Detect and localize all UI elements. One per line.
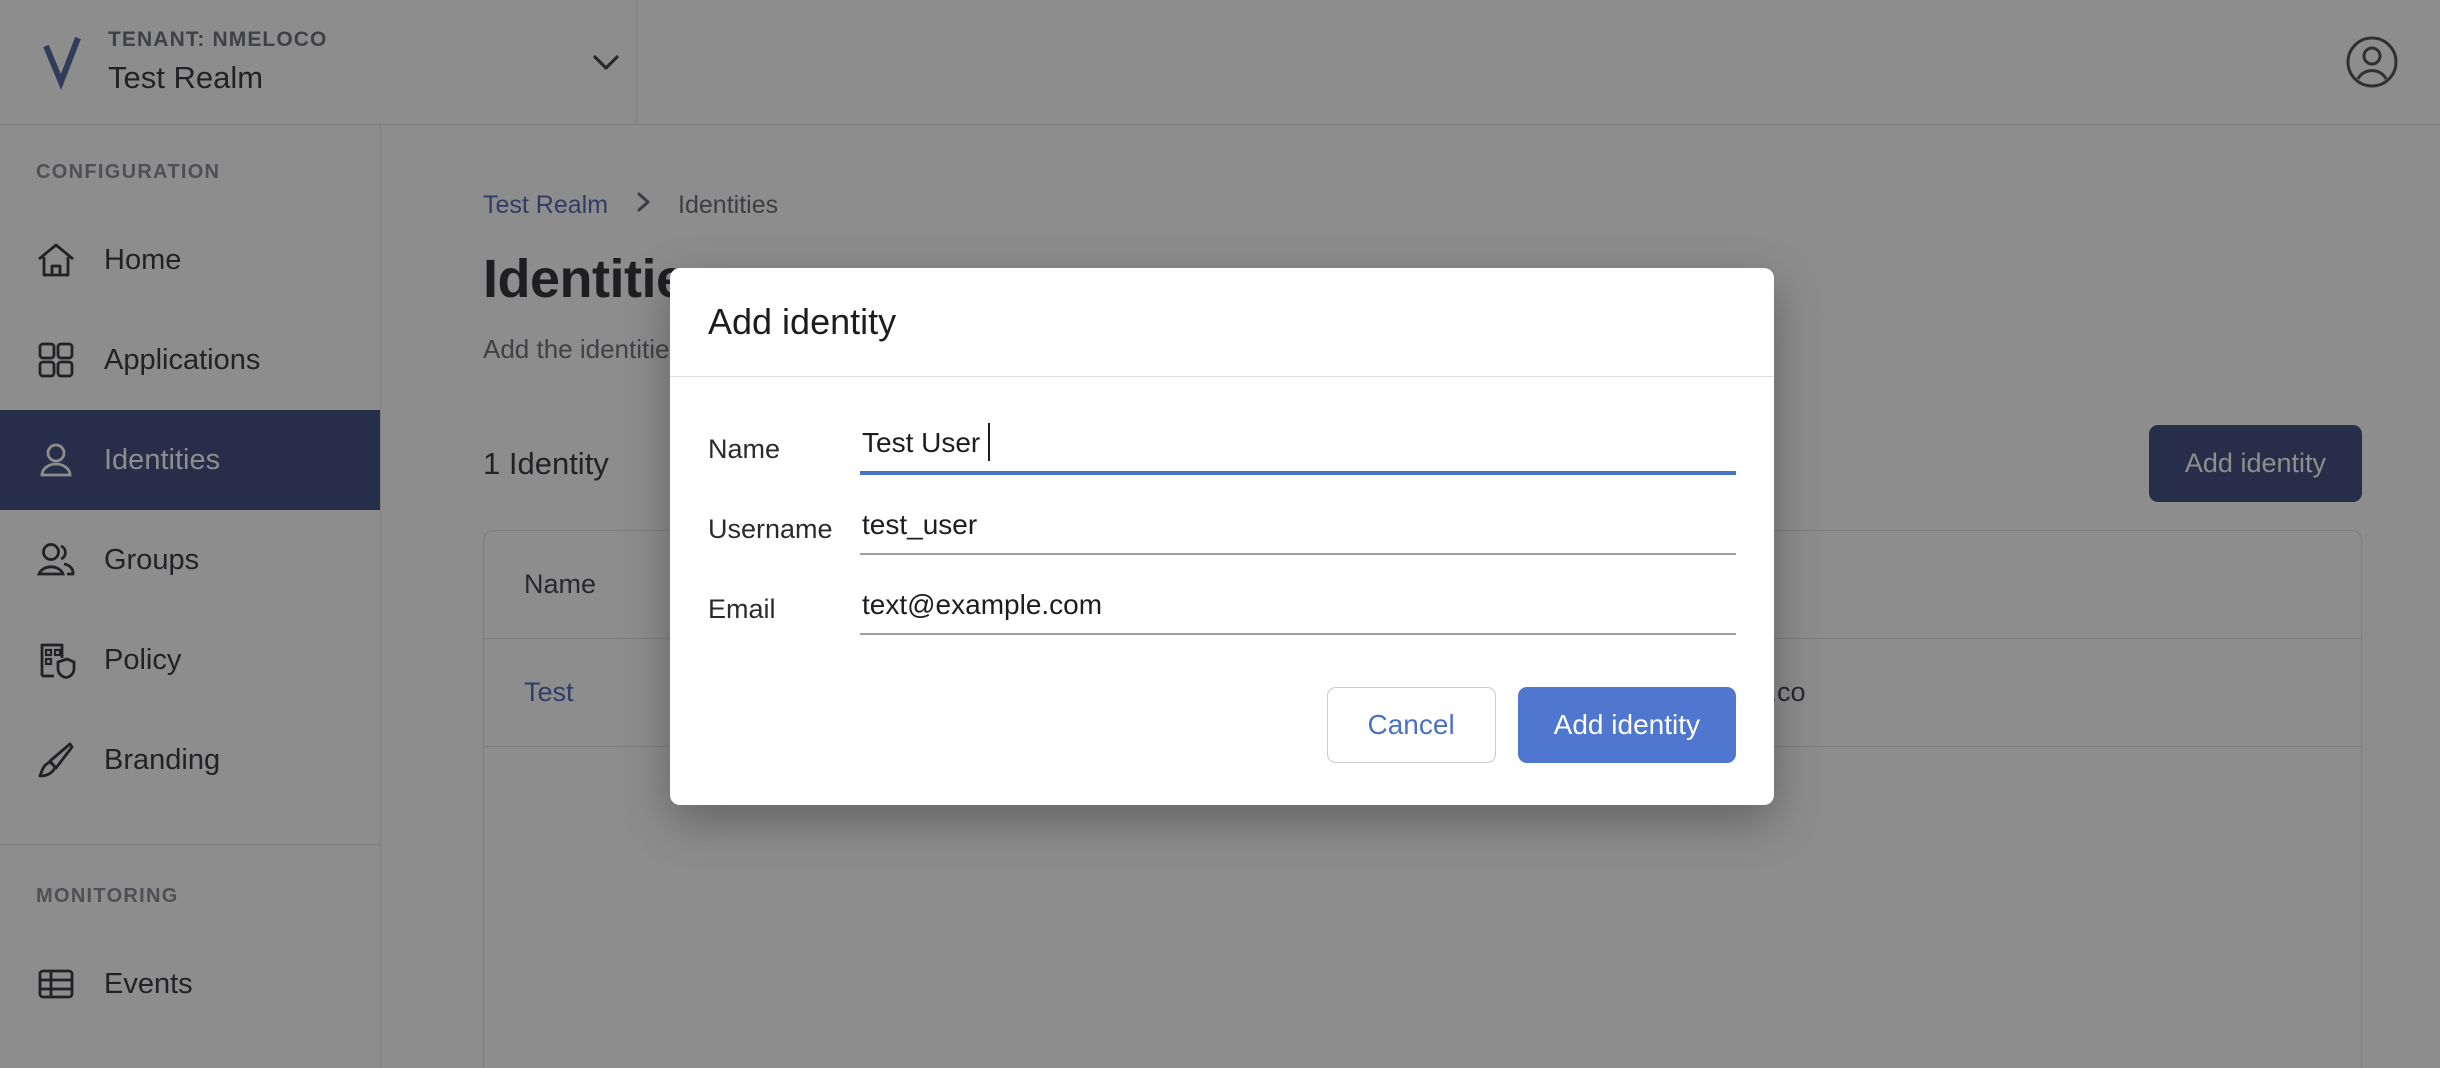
submit-add-identity-button[interactable]: Add identity bbox=[1517, 687, 1736, 763]
field-email-wrapper bbox=[860, 585, 1736, 635]
field-username-wrapper bbox=[860, 505, 1736, 555]
name-input[interactable] bbox=[860, 423, 1736, 475]
dialog-body: Name Username Email bbox=[670, 377, 1774, 665]
form-row-email: Email bbox=[708, 585, 1736, 635]
username-input[interactable] bbox=[860, 505, 1736, 555]
label-username: Username bbox=[708, 514, 833, 544]
add-identity-dialog: Add identity Name Username Email bbox=[670, 268, 1774, 805]
label-name: Name bbox=[708, 434, 781, 464]
dialog-footer: Cancel Add identity bbox=[670, 665, 1774, 805]
field-name-wrapper bbox=[860, 423, 1736, 475]
text-cursor bbox=[988, 423, 990, 461]
app-root: TENANT: NMELOCO Test Realm CONFIGURATION bbox=[0, 0, 2440, 1068]
dialog-title: Add identity bbox=[708, 301, 897, 342]
label-email: Email bbox=[708, 594, 776, 624]
cancel-button[interactable]: Cancel bbox=[1326, 687, 1496, 763]
email-input[interactable] bbox=[860, 585, 1736, 635]
dialog-header: Add identity bbox=[670, 268, 1774, 377]
form-row-username: Username bbox=[708, 505, 1736, 555]
form-row-name: Name bbox=[708, 423, 1736, 475]
